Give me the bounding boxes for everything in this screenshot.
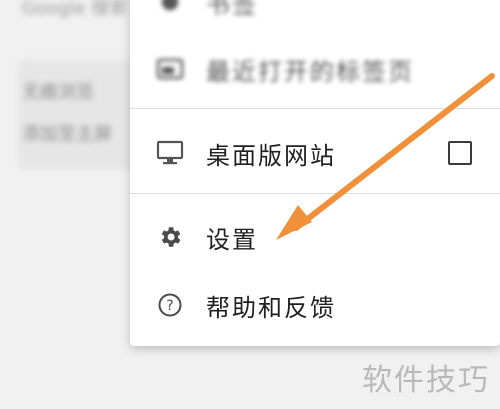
menu-item-bookmarks[interactable]: 书签 — [130, 0, 500, 19]
recent-tabs-icon — [156, 55, 184, 83]
background-text: 无痕浏览 — [22, 82, 94, 103]
overflow-menu: 书签 最近打开的标签页 桌面版网站 设置 ? 帮助和反馈 — [130, 0, 500, 346]
background-text: 添加至主屏 — [22, 124, 112, 145]
menu-item-label: 桌面版网站 — [206, 141, 336, 170]
menu-divider — [130, 108, 500, 109]
svg-text:?: ? — [166, 298, 173, 314]
gear-icon — [156, 223, 184, 251]
menu-item-recent-tabs[interactable]: 最近打开的标签页 — [130, 46, 500, 92]
menu-item-label: 帮助和反馈 — [206, 293, 336, 322]
help-icon: ? — [156, 291, 184, 319]
menu-item-help-feedback[interactable]: ? 帮助和反馈 — [130, 280, 500, 330]
watermark-text: 软件技巧 — [362, 363, 490, 398]
screenshot-stage: Google 搜索 无痕浏览 添加至主屏 书签 最近打开的标签页 桌面版网站 设… — [0, 0, 500, 409]
background-card — [18, 60, 148, 170]
desktop-icon — [156, 139, 184, 167]
menu-item-settings[interactable]: 设置 — [130, 212, 500, 262]
menu-item-label: 最近打开的标签页 — [206, 57, 414, 86]
star-icon — [156, 0, 184, 16]
menu-divider — [130, 193, 500, 194]
background-text: Google 搜索 — [22, 0, 128, 19]
desktop-site-checkbox[interactable] — [448, 141, 472, 165]
menu-item-desktop-site[interactable]: 桌面版网站 — [130, 128, 500, 178]
menu-item-label: 设置 — [206, 225, 258, 254]
menu-item-label: 书签 — [206, 0, 258, 19]
